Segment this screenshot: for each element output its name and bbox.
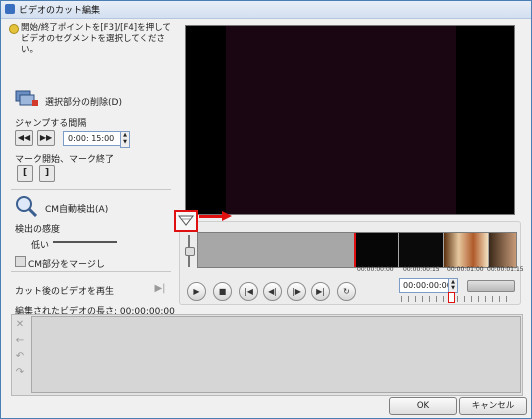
thumbnail — [356, 233, 398, 267]
repeat-button[interactable]: ↻ — [337, 282, 356, 301]
play-cut-button[interactable]: ▶| — [153, 283, 167, 297]
title-bar: ビデオのカット編集 — [1, 1, 531, 19]
timecode-label: 00:00:00:15 — [403, 266, 440, 273]
zoom-slider[interactable] — [185, 231, 195, 271]
playhead-icon[interactable] — [176, 212, 196, 230]
scrub-thumb[interactable] — [448, 292, 455, 303]
divider — [11, 271, 171, 272]
video-preview — [185, 25, 515, 215]
jump-forward-button[interactable]: ▶▶ — [37, 130, 55, 146]
thumbnail — [399, 233, 443, 267]
app-icon — [5, 4, 15, 14]
ok-button[interactable]: OK — [389, 397, 457, 415]
delete-selection-label[interactable]: 選択部分の削除(D) — [45, 95, 122, 108]
mark-label: マーク開始、マーク終了 — [15, 155, 115, 165]
scrub-ticks — [401, 296, 513, 302]
delete-selection-icon[interactable] — [15, 89, 39, 107]
play-cut-label: カット後のビデオを再生 — [15, 287, 115, 297]
lightbulb-icon — [9, 24, 19, 34]
window-title: ビデオのカット編集 — [19, 6, 101, 16]
segments-panel[interactable] — [31, 316, 521, 393]
cm-detect-label[interactable]: CM自動検出(A) — [45, 202, 108, 215]
step-back-button[interactable]: ◀| — [263, 282, 282, 301]
previous-button[interactable]: |◀ — [239, 282, 258, 301]
jump-interval-value: 0:00: 15:00 — [68, 134, 115, 143]
red-arrow-head — [222, 211, 232, 221]
divider — [11, 189, 171, 190]
remove-segment-icon[interactable]: ✕ — [13, 319, 27, 331]
thumbnail — [444, 233, 488, 267]
position-input[interactable]: 00:00:00:00 — [399, 278, 452, 293]
timecode-label: 00:00:01:15 — [487, 266, 524, 273]
jump-interval-label: ジャンプする間隔 — [15, 119, 87, 129]
next-button[interactable]: ▶| — [311, 282, 330, 301]
position-spinner[interactable]: ▲ ▼ — [448, 278, 458, 293]
merge-cm-label[interactable]: CM部分をマージし — [28, 257, 105, 270]
red-arrow-shaft — [199, 215, 223, 218]
cancel-button[interactable]: キャンセル — [459, 397, 527, 415]
video-frame — [226, 26, 456, 214]
thumbnail — [489, 233, 516, 267]
timeline-strip[interactable] — [197, 232, 517, 268]
jump-interval-spinner[interactable]: ▲ ▼ — [120, 131, 130, 148]
mark-in-button[interactable]: [ — [17, 165, 33, 182]
playhead-highlight — [174, 210, 198, 232]
step-forward-button[interactable]: |▶ — [287, 282, 306, 301]
sensitivity-low-label: 低い — [31, 241, 50, 251]
hint-text: 開始/終了ポイントを[F3]/[F4]を押してビデオのセグメントを選択してくださ… — [21, 23, 171, 55]
timecode-label: 00:00:00:00 — [357, 266, 394, 273]
move-segment-icon[interactable]: ← — [13, 335, 27, 347]
cut-edit-window: ビデオのカット編集 開始/終了ポイントを[F3]/[F4]を押してビデオのセグメ… — [0, 0, 532, 419]
sensitivity-slider[interactable] — [53, 241, 117, 243]
redo-icon[interactable]: ↷ — [13, 367, 27, 379]
merge-cm-checkbox[interactable] — [15, 256, 26, 267]
jump-interval-input[interactable]: 0:00: 15:00 — [63, 131, 121, 146]
position-value: 00:00:00:00 — [403, 281, 452, 290]
magnifier-icon[interactable] — [15, 195, 38, 218]
volume-bar[interactable] — [467, 280, 515, 292]
jump-back-button[interactable]: ◀◀ — [15, 130, 33, 146]
sensitivity-label: 検出の感度 — [15, 225, 61, 235]
mark-out-button[interactable]: ] — [39, 165, 55, 182]
play-button[interactable]: ▶ — [187, 282, 206, 301]
undo-icon[interactable]: ↶ — [13, 351, 27, 363]
timecode-label: 00:00:01:00 — [447, 266, 484, 273]
stop-button[interactable]: ■ — [213, 282, 232, 301]
